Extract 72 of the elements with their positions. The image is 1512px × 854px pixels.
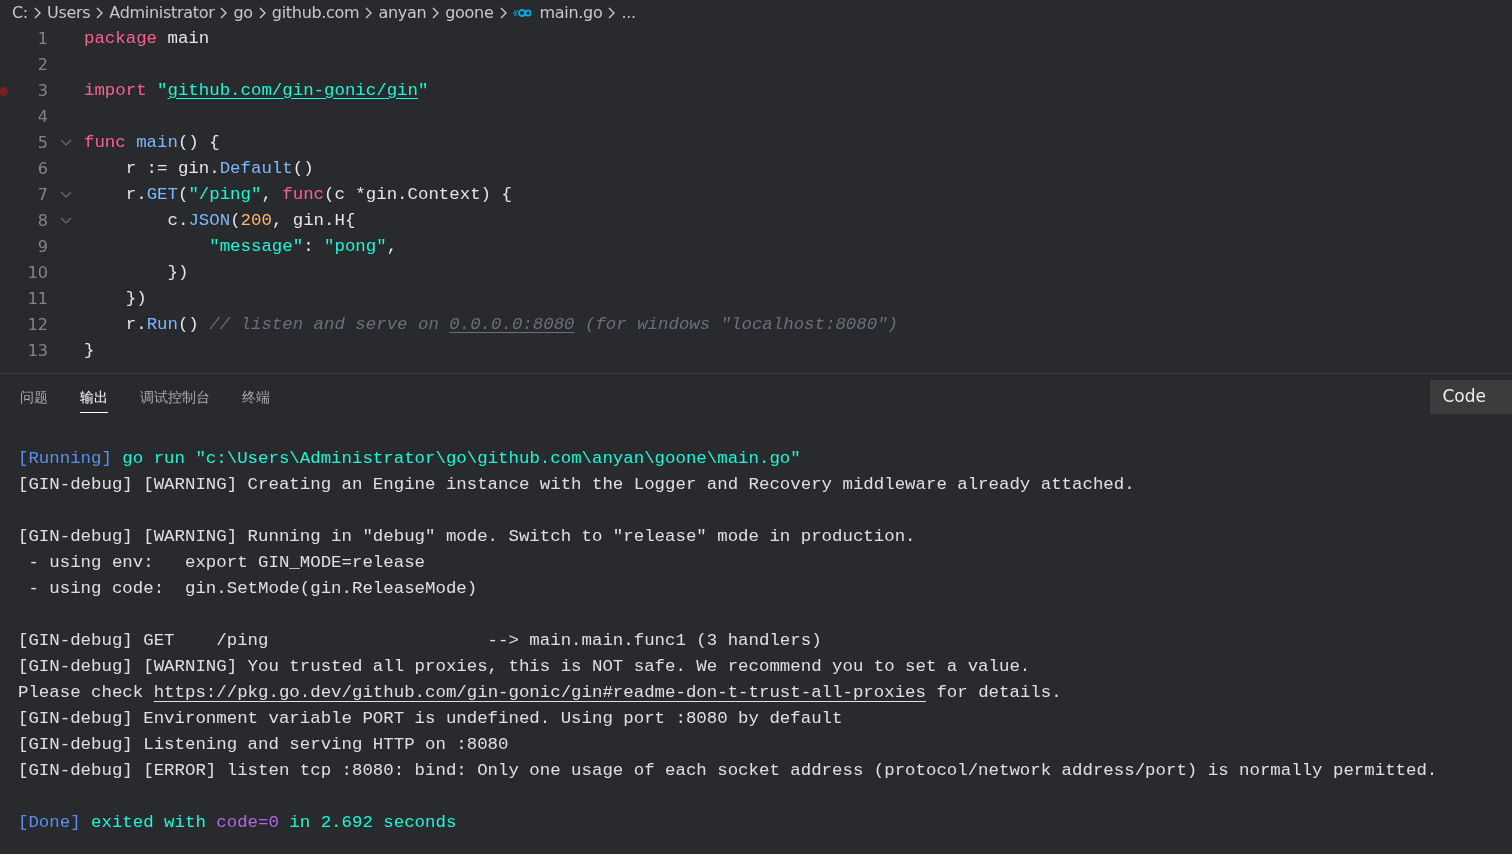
chevron-right-icon	[95, 6, 105, 20]
output-line: [GIN-debug] [WARNING] Creating an Engine instance with the Logger and Recovery middleware already attached.	[18, 474, 1136, 496]
line-number: 5	[36, 132, 48, 154]
chevron-down-icon[interactable]	[60, 139, 72, 147]
output-text: Please check	[18, 683, 145, 702]
line-number: 8	[36, 210, 48, 232]
line-number: 12	[26, 314, 48, 336]
code-text: "	[157, 80, 168, 100]
link[interactable]: https://pkg.go.dev/github.com/gin-gonic/gin#readme-don-t-trust-all-proxies	[153, 683, 926, 702]
chevron-right-icon	[257, 6, 267, 20]
chevron-right-icon	[607, 6, 617, 20]
code-text: "	[417, 80, 429, 100]
output-line: [GIN-debug] [ERROR] listen tcp :8080: bind: Only one usage of each socket address (protocol/network address/port) is normally permitted.	[18, 760, 1439, 782]
code-line: })	[124, 287, 147, 310]
chevron-right-icon	[219, 6, 229, 20]
panel-tab[interactable]: 调试控制台	[140, 381, 210, 413]
breadcrumb-item[interactable]: anyan	[378, 1, 427, 25]
line-number: 10	[26, 262, 48, 284]
panel-tab[interactable]: 输出	[80, 381, 108, 413]
more-crumb[interactable]: ...	[621, 1, 636, 25]
breadcrumb-item[interactable]: C:	[12, 1, 28, 25]
line-number: 4	[36, 106, 48, 128]
code-text: (for windows "localhost:8080")	[583, 314, 899, 334]
code-line: }	[84, 339, 95, 362]
code-text: ()	[177, 314, 200, 334]
chevron-right-icon	[498, 6, 508, 20]
chevron-down-icon[interactable]	[60, 217, 72, 225]
code-line: c.JSON(200, gin.H{	[166, 209, 356, 232]
output-line: [GIN-debug] GET /ping --> main.main.func1 (3 handlers)	[18, 630, 823, 652]
line-number: 2	[36, 54, 48, 76]
line-number: 13	[26, 340, 48, 362]
code-line: func main() {	[84, 131, 220, 154]
line-number: 3	[36, 80, 48, 102]
chevron-right-icon	[32, 6, 42, 20]
line-number: 1	[36, 28, 48, 50]
code-text: // listen and serve on	[209, 314, 440, 334]
chevron-down-icon[interactable]	[60, 191, 72, 199]
code-line: })	[166, 261, 189, 284]
code-text: r.	[124, 314, 147, 334]
breadcrumb-item[interactable]: main.go	[539, 1, 603, 25]
code-text: Run	[146, 314, 178, 334]
code-line: r.GET("/ping", func(c *gin.Context) {	[124, 183, 512, 206]
breadcrumb-item[interactable]: go	[233, 1, 253, 25]
line-number: 9	[36, 236, 48, 258]
output-line: - using env: export GIN_MODE=release	[27, 552, 426, 574]
chevron-right-icon	[364, 6, 374, 20]
output-line: [GIN-debug] Environment variable PORT is undefined. Using port :8080 by default	[18, 708, 844, 730]
code-line: package main	[84, 27, 210, 50]
breadcrumb-item[interactable]: Users	[46, 1, 91, 25]
breadcrumb-item[interactable]: github.com	[271, 1, 360, 25]
breadcrumb-item[interactable]: goone	[445, 1, 494, 25]
code-line: "message": "pong",	[208, 235, 398, 258]
output-channel-select[interactable]: Code	[1430, 380, 1512, 414]
output-line: [Done] exited with code=0 in 2.692 seconds	[18, 812, 458, 834]
output-text: for details.	[935, 683, 1062, 702]
link[interactable]: github.com/gin-gonic/gin	[167, 80, 418, 100]
chevron-right-icon	[431, 6, 441, 20]
output-line: [GIN-debug] [WARNING] Running in "debug" mode. Switch to "release" mode in production.	[18, 526, 917, 548]
breadcrumb-item[interactable]: Administrator	[109, 1, 215, 25]
line-number: 11	[26, 288, 48, 310]
output-line: [Running] go run "c:\Users\Administrator\go\github.com\anyan\goone\main.go"	[18, 448, 802, 470]
code-line: r := gin.Default()	[124, 157, 314, 180]
line-number: 6	[36, 158, 48, 180]
output-line: [GIN-debug] [WARNING] You trusted all proxies, this is NOT safe. We recommend you to set a value.	[18, 656, 1032, 678]
breakpoint-dot[interactable]	[0, 86, 8, 96]
line-number: 7	[36, 184, 48, 206]
output-line: [GIN-debug] Listening and serving HTTP on :8080	[18, 734, 510, 756]
code-text: import	[84, 80, 148, 100]
panel-tab[interactable]: 终端	[242, 381, 270, 413]
panel-tab[interactable]: 问题	[20, 381, 48, 413]
go-file-icon	[512, 8, 531, 18]
output-line: - using code: gin.SetMode(gin.ReleaseMode)	[27, 578, 479, 600]
